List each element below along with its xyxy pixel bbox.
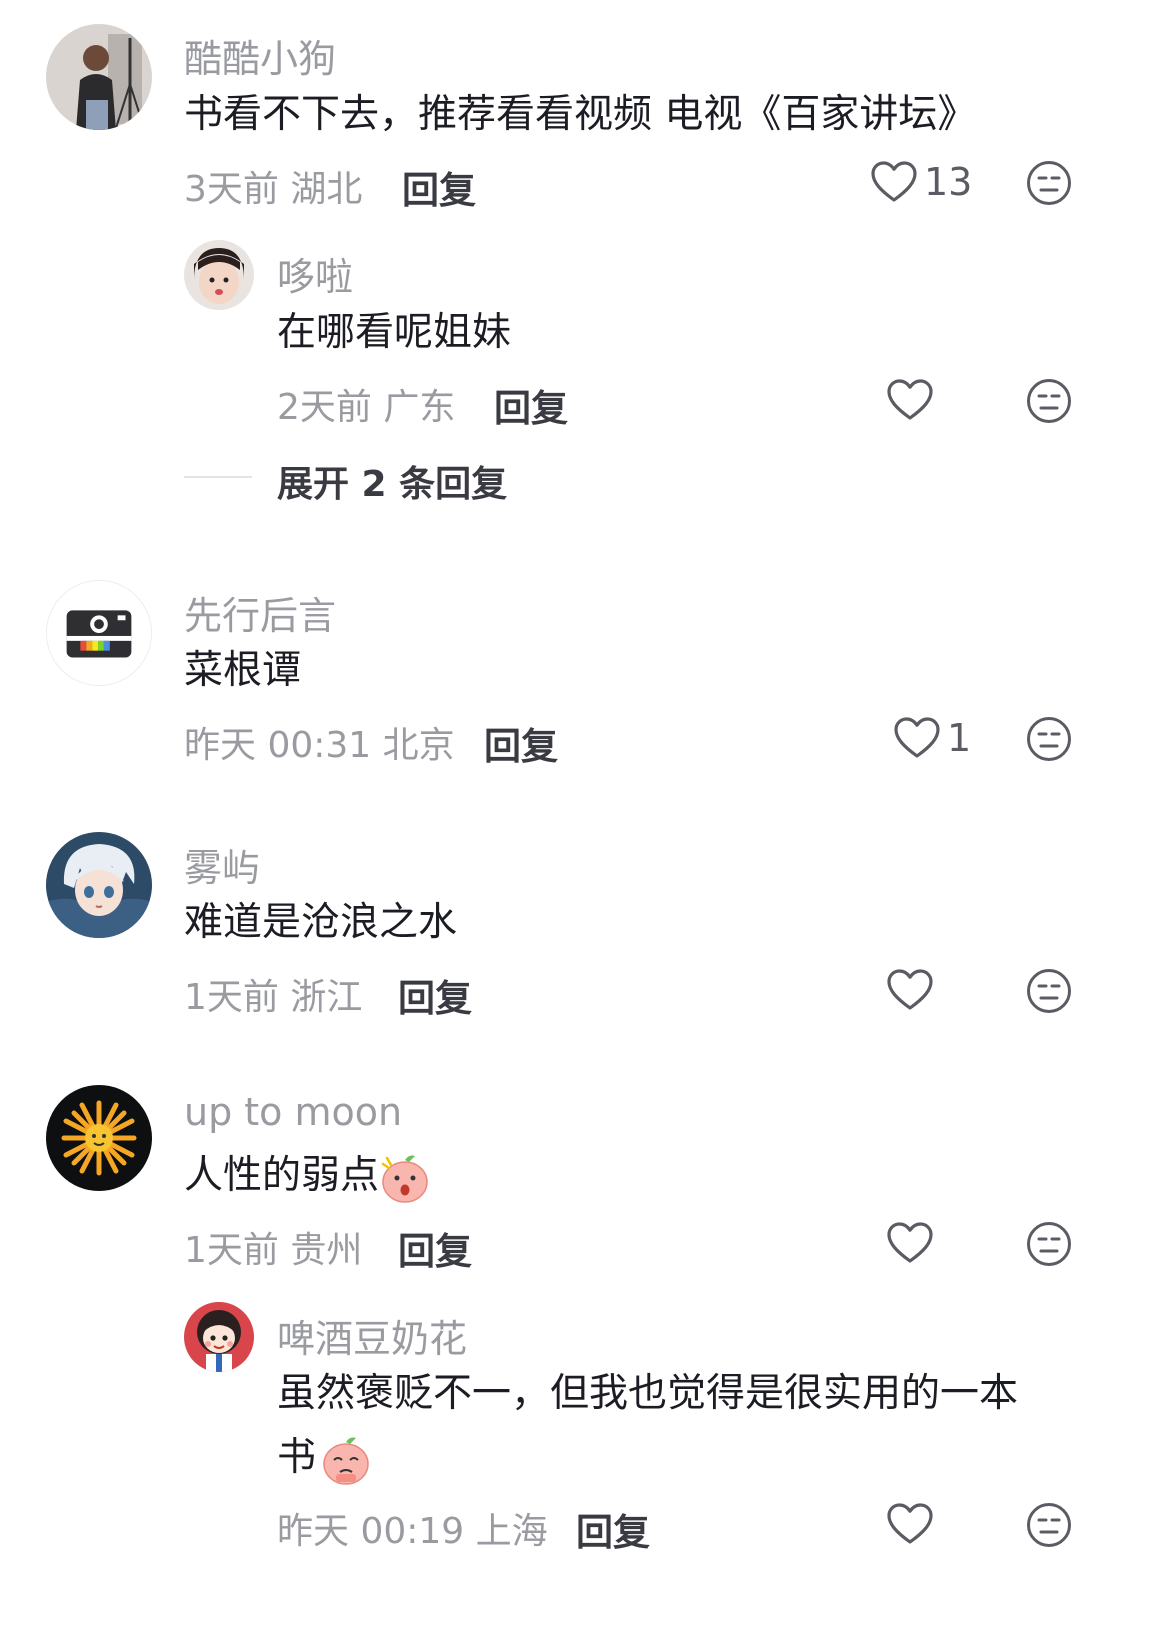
comment-meta: 1天前 贵州 xyxy=(184,1230,363,1271)
pleading-peach-emoji xyxy=(323,1437,369,1485)
reply-button[interactable]: 回复 xyxy=(402,160,476,214)
like-button[interactable] xyxy=(886,378,934,422)
avatar[interactable] xyxy=(46,832,152,938)
heart-icon xyxy=(887,1222,933,1263)
reply-button[interactable]: 回复 xyxy=(576,1502,650,1556)
heart-icon xyxy=(887,969,933,1010)
heart-icon xyxy=(871,161,917,202)
meh-face-icon[interactable] xyxy=(1026,968,1072,1014)
like-button[interactable] xyxy=(886,1502,934,1546)
reply-button[interactable]: 回复 xyxy=(494,378,568,432)
comment-meta: 2天前 广东 xyxy=(277,387,456,428)
comment-meta: 3天前 湖北 xyxy=(184,169,363,210)
reply-button[interactable]: 回复 xyxy=(484,716,558,770)
comment-text: 人性的弱点 xyxy=(184,1143,431,1209)
username[interactable]: 啤酒豆奶花 xyxy=(277,1308,467,1363)
heart-icon xyxy=(887,1503,933,1544)
meh-face-icon[interactable] xyxy=(1026,1221,1072,1267)
reply-button[interactable]: 回复 xyxy=(398,1221,472,1275)
username[interactable]: 哆啦 xyxy=(277,246,353,301)
comment-text-content: 人性的弱点 xyxy=(184,1153,380,1198)
comment-meta: 昨天 00:19 上海 xyxy=(277,1511,548,1552)
comment-text-content: 书 xyxy=(277,1435,317,1480)
comment-text-line: 虽然褒贬不一，但我也觉得是很实用的一本 xyxy=(277,1371,1019,1416)
meh-face-icon[interactable] xyxy=(1026,1502,1072,1548)
comment-meta: 昨天 00:31 北京 xyxy=(184,725,455,766)
meh-face-icon[interactable] xyxy=(1026,160,1072,206)
meh-face-icon[interactable] xyxy=(1026,378,1072,424)
comment-text: 菜根谭 xyxy=(184,648,302,693)
heart-icon xyxy=(894,717,940,758)
like-count: 1 xyxy=(947,716,972,760)
comment-meta: 1天前 浙江 xyxy=(184,977,363,1018)
comment-text: 难道是沧浪之水 xyxy=(184,900,458,945)
username[interactable]: 酷酷小狗 xyxy=(184,28,336,83)
like-button[interactable]: 13 xyxy=(870,160,972,204)
like-button[interactable] xyxy=(886,1221,934,1265)
avatar[interactable] xyxy=(184,240,254,310)
avatar[interactable] xyxy=(46,580,152,686)
username[interactable]: 雾屿 xyxy=(184,837,260,892)
avatar[interactable] xyxy=(46,24,152,130)
username[interactable]: 先行后言 xyxy=(184,585,336,640)
reply-button[interactable]: 回复 xyxy=(398,968,472,1022)
like-button[interactable]: 1 xyxy=(893,716,971,760)
username[interactable]: up to moon xyxy=(184,1090,402,1134)
meh-face-icon[interactable] xyxy=(1026,716,1072,762)
like-button[interactable] xyxy=(886,968,934,1012)
comment-text: 在哪看呢姐妹 xyxy=(277,310,512,355)
comment-text: 书看不下去，推荐看看视频 电视《百家讲坛》 xyxy=(184,92,977,137)
comment-text-line: 书 xyxy=(277,1425,372,1491)
like-count: 13 xyxy=(924,160,973,204)
expand-replies-button[interactable]: 展开 2 条回复 xyxy=(277,455,507,507)
heart-icon xyxy=(887,379,933,420)
avatar[interactable] xyxy=(46,1085,152,1191)
avatar[interactable] xyxy=(184,1302,254,1372)
surprised-peach-emoji xyxy=(381,1155,428,1203)
divider xyxy=(184,476,252,478)
